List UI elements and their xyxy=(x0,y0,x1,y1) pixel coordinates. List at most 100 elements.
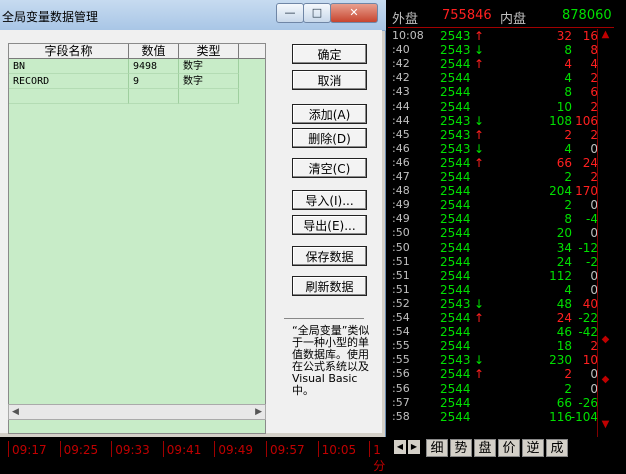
column-header-field-name[interactable]: 字段名称 xyxy=(9,44,129,59)
time-tick xyxy=(317,441,319,457)
table-cell-type[interactable]: 数字 xyxy=(179,59,239,74)
top-edge xyxy=(388,0,610,6)
tick-row[interactable]: :50 2544 34 -12 xyxy=(388,241,604,255)
tick-row[interactable]: :40 2543 ↓ 8 8 xyxy=(388,43,604,57)
close-button[interactable]: ✕ xyxy=(330,3,378,23)
tick-time: :52 xyxy=(392,296,410,310)
tick-change: 24 xyxy=(582,155,598,170)
scroll-down-icon[interactable]: ▼ xyxy=(598,419,613,433)
maximize-button[interactable]: □ xyxy=(303,3,331,23)
tick-row[interactable]: :49 2544 8 -4 xyxy=(388,212,604,226)
scroll-right-icon[interactable]: ▶ xyxy=(255,405,262,419)
tick-row[interactable]: :52 2543 ↓ 48 40 xyxy=(388,297,604,311)
tick-time: :56 xyxy=(392,381,410,395)
tab-2[interactable]: 势 xyxy=(450,439,472,457)
tick-row[interactable]: :54 2544 ↑ 24 -22 xyxy=(388,311,604,325)
tick-time: :46 xyxy=(392,155,410,169)
down-arrow-icon: ↓ xyxy=(474,296,485,311)
import-button[interactable]: 导入(I)... xyxy=(292,190,367,210)
tick-volume: 2 xyxy=(564,198,572,213)
delete-button[interactable]: 删除(D) xyxy=(292,128,367,148)
tick-row[interactable]: :45 2543 ↑ 2 2 xyxy=(388,128,604,142)
ok-button[interactable]: 确定 xyxy=(292,44,367,64)
table-cell-empty[interactable] xyxy=(179,89,239,104)
table-cell-type[interactable]: 数字 xyxy=(179,74,239,89)
column-header-value[interactable]: 数值 xyxy=(129,44,179,59)
tick-row[interactable]: :42 2544 ↑ 4 4 xyxy=(388,57,604,71)
table-cell-field-name[interactable]: RECORD xyxy=(9,74,129,89)
tab-6[interactable]: 成 xyxy=(546,439,568,457)
tick-row[interactable]: :57 2544 66 -26 xyxy=(388,396,604,410)
tick-change: -104 xyxy=(570,409,598,424)
horizontal-scrollbar[interactable]: ◀ ▶ xyxy=(8,404,266,420)
tick-row[interactable]: :43 2544 8 6 xyxy=(388,85,604,99)
tick-row[interactable]: :55 2544 18 2 xyxy=(388,339,604,353)
dialog-titlebar[interactable]: 全局变量数据管理 — □ ✕ xyxy=(0,0,386,31)
tick-time: :56 xyxy=(392,367,410,381)
next-tab-icon[interactable]: ▶ xyxy=(408,440,420,454)
tick-time: :50 xyxy=(392,226,410,240)
time-label[interactable]: 1分 xyxy=(373,443,388,474)
refresh-data-button[interactable]: 刷新数据 xyxy=(292,276,367,296)
cancel-button[interactable]: 取消 xyxy=(292,70,367,90)
tick-row[interactable]: :58 2544 116 -104 xyxy=(388,410,604,424)
table-cell-empty[interactable] xyxy=(9,89,129,104)
table-cell-value[interactable]: 9 xyxy=(129,74,179,89)
tab-5[interactable]: 逆 xyxy=(522,439,544,457)
down-arrow-icon: ↓ xyxy=(474,353,485,368)
tick-price: 2544 xyxy=(440,85,471,100)
tick-price: 2544 xyxy=(440,282,471,297)
add-button[interactable]: 添加(A) xyxy=(292,104,367,124)
tick-row[interactable]: :51 2544 24 -2 xyxy=(388,255,604,269)
tick-time: :51 xyxy=(392,254,410,268)
clear-button[interactable]: 清空(C) xyxy=(292,158,367,178)
tab-1[interactable]: 细 xyxy=(426,439,448,457)
vertical-scrollbar[interactable]: ▲ ◆ ◆ ▼ xyxy=(597,29,613,437)
summary-separator xyxy=(388,27,614,28)
table-cell-value[interactable]: 9498 xyxy=(129,59,179,74)
tick-row[interactable]: :51 2544 112 0 xyxy=(388,269,604,283)
save-data-button[interactable]: 保存数据 xyxy=(292,246,367,266)
export-button[interactable]: 导出(E)... xyxy=(292,215,367,235)
tick-row[interactable]: :49 2544 2 0 xyxy=(388,198,604,212)
time-tick xyxy=(369,441,371,457)
time-tick xyxy=(266,441,267,457)
scroll-up-icon[interactable]: ▲ xyxy=(598,29,613,43)
scroll-left-icon[interactable]: ◀ xyxy=(12,405,19,419)
variables-grid[interactable]: 字段名称 数值 类型 BN 9498 数字 RECORD 9 数字 xyxy=(8,43,266,434)
tick-row[interactable]: 10:08 2543 ↑ 32 16 xyxy=(388,29,604,43)
tick-time: :55 xyxy=(392,339,410,353)
prev-tab-icon[interactable]: ◀ xyxy=(394,440,406,454)
tick-row[interactable]: :44 2544 10 2 xyxy=(388,100,604,114)
tick-row[interactable]: :54 2544 46 -42 xyxy=(388,325,604,339)
tick-row[interactable]: :44 2543 ↓ 108 106 xyxy=(388,114,604,128)
time-tick xyxy=(59,441,61,457)
tick-row[interactable]: :46 2544 ↑ 66 24 xyxy=(388,156,604,170)
column-header-type[interactable]: 类型 xyxy=(179,44,239,59)
tick-row[interactable]: :42 2544 4 2 xyxy=(388,71,604,85)
divider xyxy=(284,318,364,319)
tick-volume: 24 xyxy=(556,254,572,269)
tick-price: 2544 xyxy=(440,381,471,396)
tick-row[interactable]: :55 2543 ↓ 230 10 xyxy=(388,353,604,367)
table-cell-field-name[interactable]: BN xyxy=(9,59,129,74)
tab-3[interactable]: 盘 xyxy=(474,439,496,457)
minimize-button[interactable]: — xyxy=(276,3,304,23)
tick-row[interactable]: :46 2543 ↓ 4 0 xyxy=(388,142,604,156)
tick-time: :42 xyxy=(392,71,410,85)
time-label: 09:33 xyxy=(115,443,150,457)
tick-row[interactable]: :56 2544 2 0 xyxy=(388,382,604,396)
tick-volume: 2 xyxy=(564,127,572,142)
tick-row[interactable]: :48 2544 204 170 xyxy=(388,184,604,198)
tick-volume: 112 xyxy=(549,268,572,283)
tab-4[interactable]: 价 xyxy=(498,439,520,457)
scroll-thumb-icon[interactable]: ◆ xyxy=(598,374,613,388)
tick-time: :57 xyxy=(392,395,410,409)
tick-row[interactable]: :47 2544 2 2 xyxy=(388,170,604,184)
scroll-thumb-icon[interactable]: ◆ xyxy=(598,334,613,348)
tick-time: :54 xyxy=(392,325,410,339)
table-cell-empty[interactable] xyxy=(129,89,179,104)
tick-row[interactable]: :50 2544 20 0 xyxy=(388,226,604,240)
tick-row[interactable]: :51 2544 4 0 xyxy=(388,283,604,297)
tick-row[interactable]: :56 2544 ↑ 2 0 xyxy=(388,367,604,381)
